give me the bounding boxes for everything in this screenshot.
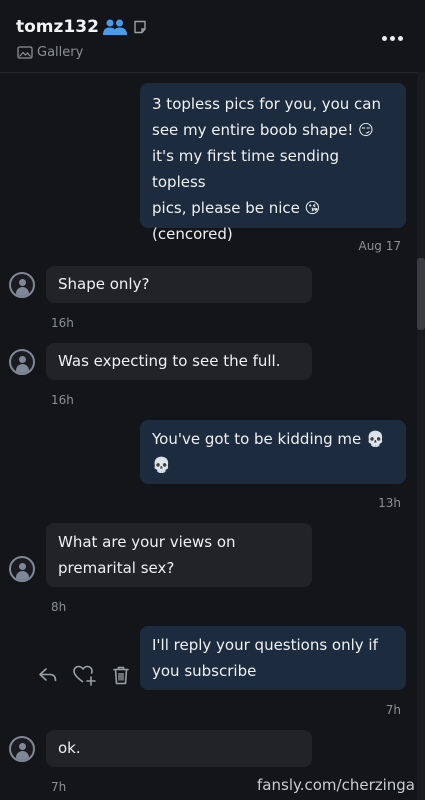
note-icon[interactable] <box>133 20 147 34</box>
avatar-icon[interactable] <box>9 349 35 375</box>
watermark: fansly.com/cherzinga <box>257 776 415 794</box>
message-bubble-outgoing[interactable]: You've got to be kidding me 💀 💀 <box>140 420 406 484</box>
avatar-icon[interactable] <box>9 272 35 298</box>
message-timestamp: 7h <box>385 703 401 717</box>
message-line: pics, please be nice 😘 <box>152 199 321 217</box>
message-bubble-outgoing[interactable]: 3 topless pics for you, you can see my e… <box>140 83 406 243</box>
message-timestamp: 13h <box>378 496 401 510</box>
message-line: Shape only? <box>58 275 150 293</box>
message-line: you subscribe <box>152 662 257 680</box>
username[interactable]: tomz132 <box>16 17 99 37</box>
message-bubble-incoming[interactable]: ok. <box>46 730 312 767</box>
message-line: 3 topless pics for you, you can <box>152 95 381 113</box>
scrollbar-thumb[interactable] <box>417 258 425 330</box>
message-bubble-outgoing[interactable]: I'll reply your questions only if you su… <box>140 626 406 690</box>
message-line: I'll reply your questions only if <box>152 636 378 654</box>
message-timestamp: Aug 17 <box>358 239 401 253</box>
subtitle-row[interactable]: Gallery <box>17 45 83 60</box>
message-line: see my entire boob shape! 😏 <box>152 121 374 139</box>
gallery-label: Gallery <box>37 45 84 60</box>
message-timestamp: 7h <box>51 780 67 794</box>
users-icon <box>102 19 127 35</box>
message-bubble-incoming[interactable]: What are your views on premarital sex? <box>46 523 312 587</box>
avatar-icon[interactable] <box>9 736 35 762</box>
reply-icon[interactable] <box>38 666 58 684</box>
message-line: Was expecting to see the full. <box>58 352 281 370</box>
gallery-icon <box>17 46 33 59</box>
message-line: You've got to be kidding me 💀 <box>152 430 385 448</box>
message-line: it's my first time sending topless <box>152 147 340 191</box>
message-timestamp: 8h <box>51 600 67 614</box>
chat-header: tomz132 Gallery <box>0 0 425 73</box>
more-icon[interactable] <box>382 36 403 41</box>
message-line: ok. <box>58 739 81 757</box>
message-line: premarital sex? <box>58 559 175 577</box>
message-line: 💀 <box>152 456 171 474</box>
title-row: tomz132 <box>16 17 147 37</box>
message-timestamp: 16h <box>51 393 74 407</box>
message-timestamp: 16h <box>51 316 74 330</box>
avatar-icon[interactable] <box>9 556 35 582</box>
message-line: What are your views on <box>58 533 236 551</box>
trash-icon[interactable] <box>112 665 130 685</box>
add-reaction-icon[interactable] <box>72 664 98 686</box>
message-actions <box>38 664 130 686</box>
message-bubble-incoming[interactable]: Shape only? <box>46 266 312 303</box>
message-bubble-incoming[interactable]: Was expecting to see the full. <box>46 343 312 380</box>
scroll-track[interactable] <box>417 72 425 800</box>
